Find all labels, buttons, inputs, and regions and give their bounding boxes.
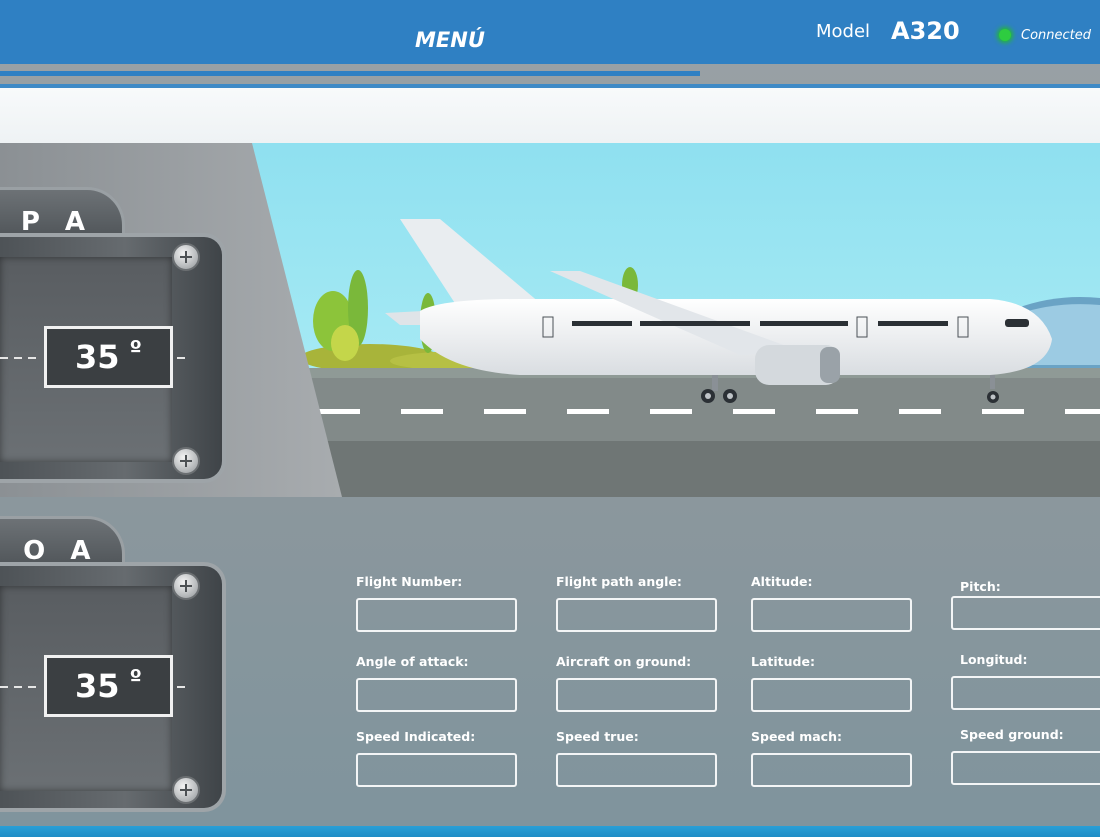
screw-icon — [172, 572, 200, 600]
aircraft-on-ground-label: Aircraft on ground: — [556, 654, 692, 669]
aoa-gauge-frame: 35 º — [0, 562, 226, 812]
speed-ground-label: Speed ground: — [960, 727, 1064, 742]
fpa-readout: 35 º — [44, 326, 173, 388]
model-label: Model — [816, 21, 871, 42]
connection-status-icon — [999, 29, 1011, 41]
speed-indicated-field[interactable] — [356, 753, 517, 787]
latitude-label: Latitude: — [751, 654, 815, 669]
aoa-unit: º — [129, 665, 142, 691]
pitch-field[interactable] — [951, 596, 1100, 630]
altitude-label: Altitude: — [751, 574, 813, 589]
altitude-field[interactable] — [751, 598, 912, 632]
screw-icon — [172, 776, 200, 804]
screw-icon — [172, 243, 200, 271]
speed-mach-field[interactable] — [751, 753, 912, 787]
flight-number-field[interactable] — [356, 598, 517, 632]
speed-mach-label: Speed mach: — [751, 729, 842, 744]
angle-of-attack-label: Angle of attack: — [356, 654, 469, 669]
aoa-value: 35 — [75, 667, 120, 705]
connection-status-text: Connected — [1021, 28, 1092, 43]
pitch-label: Pitch: — [960, 579, 1001, 594]
fpa-gauge-panel: F P A 35 º — [0, 187, 230, 487]
flight-number-label: Flight Number: — [356, 574, 463, 589]
fpa-dash-left — [0, 357, 42, 359]
aoa-dash-right — [177, 686, 189, 688]
speed-ground-field[interactable] — [951, 751, 1100, 785]
longitud-label: Longitud: — [960, 652, 1028, 667]
flight-path-angle-label: Flight path angle: — [556, 574, 682, 589]
fpa-dash-right — [177, 357, 189, 359]
flight-path-angle-field[interactable] — [556, 598, 717, 632]
fpa-gauge-frame: 35 º — [0, 233, 226, 483]
fpa-value: 35 — [75, 338, 120, 376]
header-stripe-short — [0, 71, 700, 76]
speed-indicated-label: Speed Indicated: — [356, 729, 476, 744]
screw-icon — [172, 447, 200, 475]
longitud-field[interactable] — [951, 676, 1100, 710]
fpa-unit: º — [129, 336, 142, 362]
aoa-gauge-panel: A O A 35 º — [0, 516, 230, 816]
top-bar: MENÚ Model A320 Connected — [0, 0, 1100, 64]
bottom-strip — [0, 826, 1100, 837]
menu-button[interactable]: MENÚ — [415, 28, 485, 52]
latitude-field[interactable] — [751, 678, 912, 712]
model-value: A320 — [891, 17, 960, 45]
aoa-dash-left — [0, 686, 42, 688]
header-band — [0, 88, 1100, 144]
speed-true-label: Speed true: — [556, 729, 639, 744]
aoa-readout: 35 º — [44, 655, 173, 717]
aircraft-on-ground-field[interactable] — [556, 678, 717, 712]
angle-of-attack-field[interactable] — [356, 678, 517, 712]
speed-true-field[interactable] — [556, 753, 717, 787]
